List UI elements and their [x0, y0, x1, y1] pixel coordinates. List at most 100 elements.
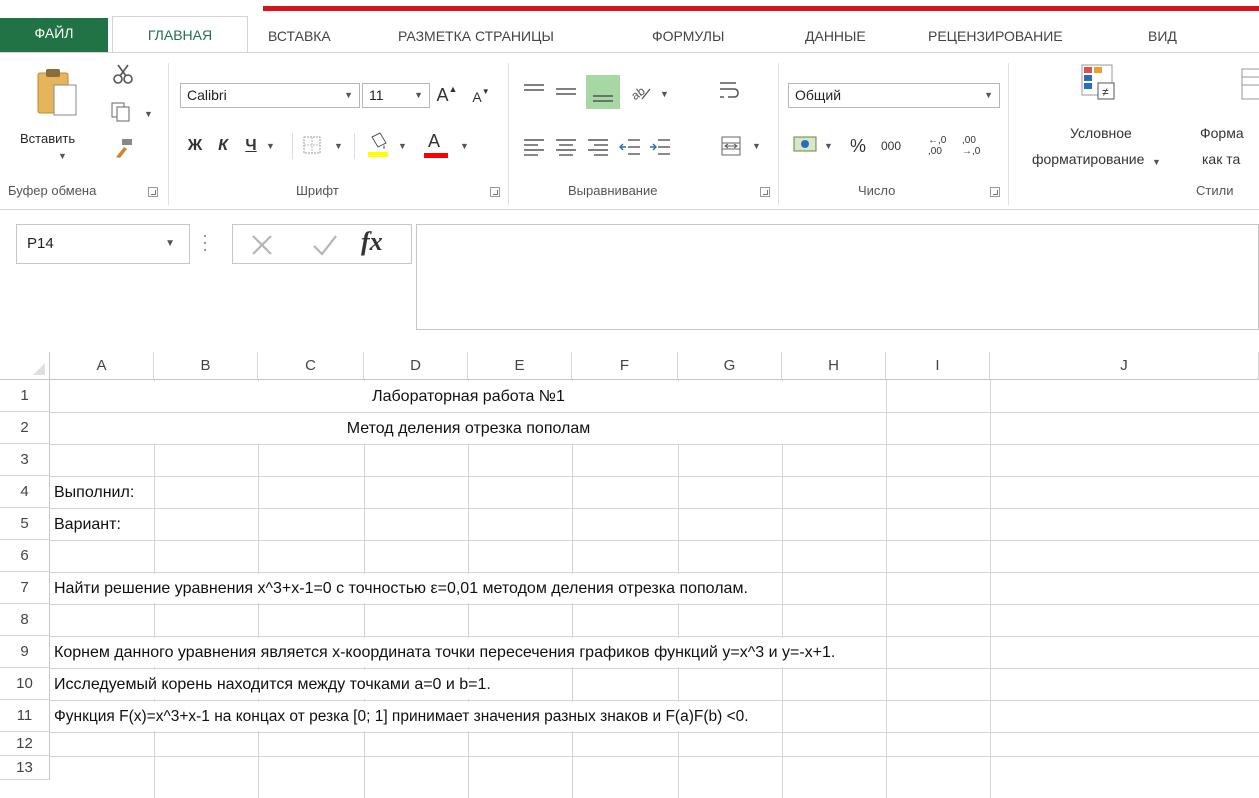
align-bottom-button[interactable] [586, 75, 620, 109]
conditional-formatting-icon[interactable]: ≠ [1080, 63, 1116, 103]
align-top-icon[interactable] [522, 81, 546, 101]
conditional-formatting-dropdown-icon[interactable]: ▼ [1152, 157, 1161, 167]
currency-icon[interactable] [792, 133, 818, 157]
row-header[interactable]: 2 [0, 412, 50, 444]
row-header[interactable]: 3 [0, 444, 50, 476]
cell-a10[interactable]: Исследуемый корень находится между точка… [54, 670, 497, 699]
conditional-formatting-label-2[interactable]: форматирование [1032, 151, 1144, 167]
font-color-dropdown-icon[interactable]: ▼ [460, 141, 469, 151]
cell-a5[interactable]: Вариант: [54, 510, 121, 539]
tab-data[interactable]: ДАННЫЕ [805, 24, 866, 48]
row-header[interactable]: 9 [0, 636, 50, 668]
increase-decimal-button[interactable]: ←,0 ,00 [928, 133, 958, 159]
column-header[interactable]: I [886, 352, 990, 380]
align-right-icon[interactable] [586, 137, 610, 157]
row-header[interactable]: 8 [0, 604, 50, 636]
copy-icon[interactable] [110, 101, 132, 123]
column-header[interactable]: H [782, 352, 886, 380]
format-as-table-label-1[interactable]: Форма [1200, 125, 1244, 141]
font-name-combo[interactable]: Calibri ▼ [180, 83, 360, 108]
chevron-down-icon: ▼ [414, 90, 423, 100]
cell-a9[interactable]: Корнем данного уравнения является x-коор… [54, 638, 842, 667]
format-painter-icon[interactable] [112, 137, 134, 159]
row-header[interactable]: 6 [0, 540, 50, 572]
row-header[interactable]: 7 [0, 572, 50, 604]
clipboard-launcher-icon[interactable] [148, 187, 158, 197]
increase-indent-icon[interactable] [648, 137, 672, 157]
currency-dropdown-icon[interactable]: ▼ [824, 141, 833, 151]
underline-dropdown-icon[interactable]: ▼ [266, 141, 275, 151]
copy-dropdown-icon[interactable]: ▼ [144, 109, 153, 119]
insert-function-icon[interactable]: fx [361, 227, 383, 257]
number-format-combo[interactable]: Общий ▼ [788, 83, 1000, 108]
paste-button-label[interactable]: Вставить [20, 131, 75, 146]
tab-view[interactable]: ВИД [1148, 24, 1177, 48]
font-size-combo[interactable]: 11 ▼ [362, 83, 430, 108]
fill-color-dropdown-icon[interactable]: ▼ [398, 141, 407, 151]
tab-review[interactable]: РЕЦЕНЗИРОВАНИЕ [928, 24, 1063, 48]
number-launcher-icon[interactable] [990, 187, 1000, 197]
enter-check-icon[interactable] [311, 233, 339, 257]
column-header[interactable]: C [258, 352, 364, 380]
cancel-icon[interactable] [249, 233, 275, 257]
format-as-table-icon[interactable] [1240, 67, 1259, 103]
orientation-dropdown-icon[interactable]: ▼ [660, 89, 669, 99]
italic-button[interactable]: К [212, 133, 234, 159]
select-all-button[interactable] [0, 352, 50, 380]
merge-dropdown-icon[interactable]: ▼ [752, 141, 761, 151]
format-as-table-label-2[interactable]: как та [1202, 151, 1240, 167]
align-center-icon[interactable] [554, 137, 578, 157]
borders-icon[interactable] [302, 135, 322, 155]
font-launcher-icon[interactable] [490, 187, 500, 197]
column-header[interactable]: J [990, 352, 1259, 380]
percent-button[interactable]: % [846, 133, 870, 159]
wrap-text-icon[interactable] [718, 79, 742, 103]
worksheet-grid[interactable]: A B C D E F G H I J 1 2 3 4 5 6 7 8 9 10… [0, 352, 1259, 798]
cut-icon[interactable] [112, 63, 134, 85]
cell-title[interactable]: Лабораторная работа №1 [51, 381, 886, 412]
tab-page-layout[interactable]: РАЗМЕТКА СТРАНИЦЫ [398, 24, 554, 48]
column-header[interactable]: E [468, 352, 572, 380]
name-box[interactable]: P14 ▼ [16, 224, 190, 264]
tab-file[interactable]: ФАЙЛ [0, 18, 108, 52]
cell-subtitle[interactable]: Метод деления отрезка пополам [51, 413, 886, 444]
borders-dropdown-icon[interactable]: ▼ [334, 141, 343, 151]
row-header[interactable]: 13 [0, 756, 50, 780]
decrease-decimal-button[interactable]: ,00 →,0 [962, 133, 992, 159]
tab-formulas[interactable]: ФОРМУЛЫ [652, 24, 724, 48]
paste-dropdown-icon[interactable]: ▼ [58, 151, 67, 161]
tab-insert[interactable]: ВСТАВКА [268, 24, 331, 48]
decrease-indent-icon[interactable] [618, 137, 642, 157]
row-header[interactable]: 5 [0, 508, 50, 540]
font-color-button[interactable]: A [422, 131, 450, 161]
column-header[interactable]: D [364, 352, 468, 380]
conditional-formatting-label-1[interactable]: Условное [1070, 125, 1132, 141]
row-header[interactable]: 4 [0, 476, 50, 508]
row-header[interactable]: 11 [0, 700, 50, 732]
column-header[interactable]: B [154, 352, 258, 380]
cell-a11[interactable]: Функция F(x)=x^3+x-1 на концах от резка … [54, 702, 755, 731]
column-header[interactable]: A [50, 352, 154, 380]
row-header[interactable]: 10 [0, 668, 50, 700]
merge-center-icon[interactable] [720, 135, 742, 157]
thousands-button[interactable]: 000 [874, 133, 908, 159]
orientation-icon[interactable]: ab [628, 79, 654, 103]
fill-color-icon[interactable] [366, 131, 390, 159]
tab-home[interactable]: ГЛАВНАЯ [112, 16, 248, 53]
clipboard-paste-icon[interactable] [36, 67, 78, 117]
column-header[interactable]: G [678, 352, 782, 380]
bold-button[interactable]: Ж [184, 133, 206, 159]
shrink-font-button[interactable]: A ▼ [470, 83, 492, 111]
formula-bar-grip-icon[interactable] [203, 232, 207, 254]
cell-a4[interactable]: Выполнил: [54, 478, 134, 507]
row-header[interactable]: 1 [0, 380, 50, 412]
alignment-launcher-icon[interactable] [760, 187, 770, 197]
underline-button[interactable]: Ч [240, 133, 262, 159]
cell-a7[interactable]: Найти решение уравнения x^3+x-1=0 с точн… [54, 574, 754, 603]
grow-font-button[interactable]: A ▲ [436, 81, 458, 109]
column-header[interactable]: F [572, 352, 678, 380]
align-left-icon[interactable] [522, 137, 546, 157]
align-middle-icon[interactable] [554, 81, 578, 101]
row-header[interactable]: 12 [0, 732, 50, 756]
formula-input[interactable] [416, 224, 1259, 330]
